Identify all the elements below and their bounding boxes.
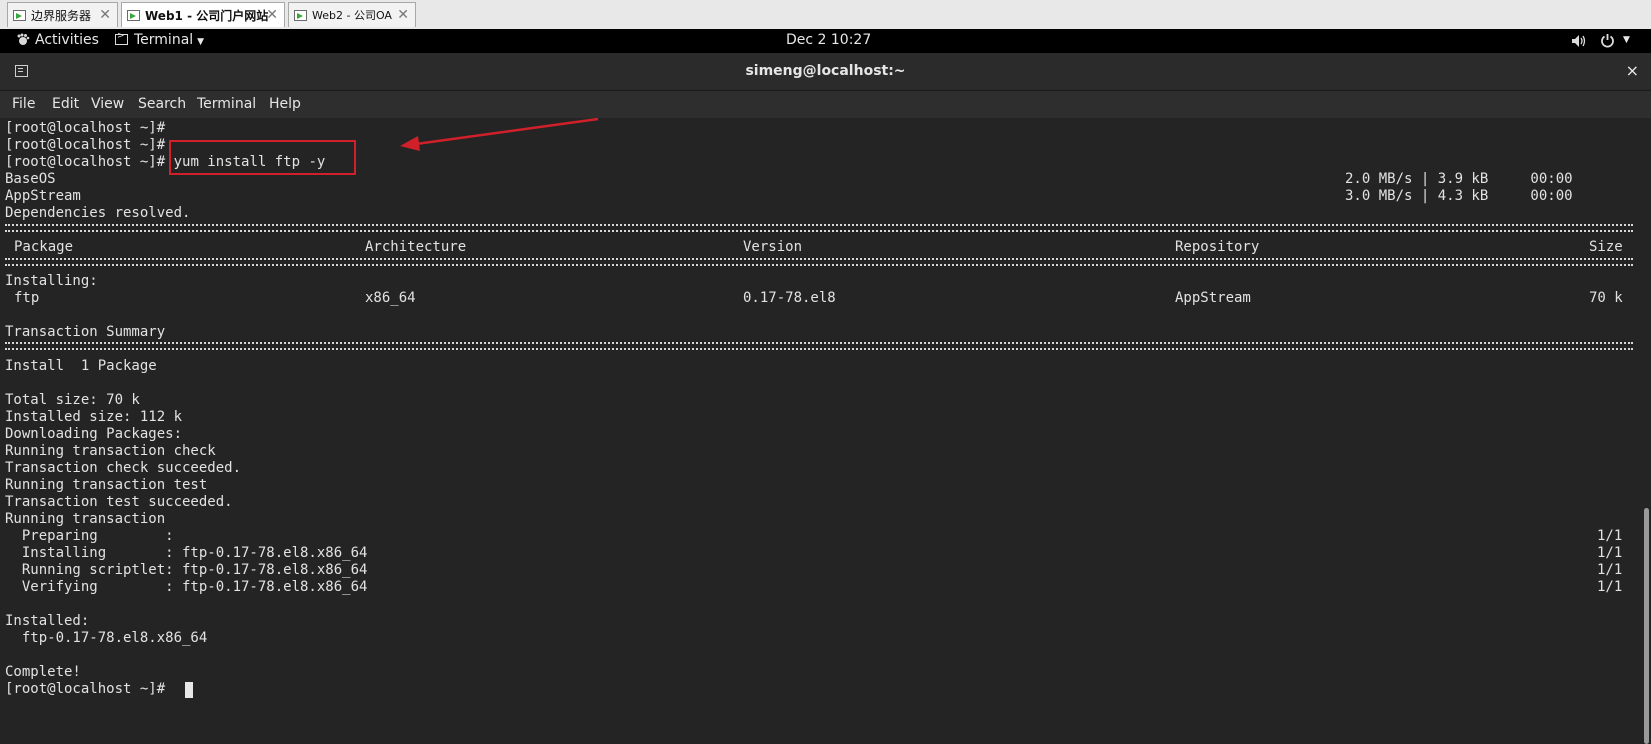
log-line: Running transaction bbox=[5, 511, 166, 527]
window-title: simeng@localhost:~ bbox=[745, 63, 906, 79]
close-icon[interactable]: ✕ bbox=[99, 7, 111, 23]
header-repo: Repository bbox=[1175, 239, 1260, 255]
volume-icon[interactable] bbox=[1571, 34, 1586, 48]
repo-name: BaseOS bbox=[5, 171, 56, 187]
menu-view[interactable]: View bbox=[91, 96, 124, 112]
vm-tab-web1[interactable]: Web1 - 公司门户网站 ✕ bbox=[121, 2, 285, 27]
gnome-foot-icon bbox=[17, 33, 30, 45]
step-line: Preparing : bbox=[5, 528, 174, 544]
row-arch: x86_64 bbox=[365, 290, 416, 306]
header-package: Package bbox=[14, 239, 74, 255]
log-line: Downloading Packages: bbox=[5, 426, 183, 442]
repo-name: AppStream bbox=[5, 188, 81, 204]
step-count: 1/1 bbox=[1597, 562, 1623, 578]
separator bbox=[5, 342, 1633, 350]
step-count: 1/1 bbox=[1597, 528, 1623, 544]
gnome-top-bar: Activities Terminal▼ Dec 2 10:27 ▼ bbox=[0, 29, 1651, 53]
deps-line: Dependencies resolved. bbox=[5, 205, 191, 221]
menu-edit[interactable]: Edit bbox=[52, 96, 79, 112]
separator bbox=[5, 224, 1633, 232]
installed-size: Installed size: 112 k bbox=[5, 409, 183, 425]
close-icon[interactable]: × bbox=[1626, 61, 1639, 80]
chevron-down-icon: ▼ bbox=[197, 37, 205, 47]
step-count: 1/1 bbox=[1597, 579, 1623, 595]
log-line: Running transaction check bbox=[5, 443, 216, 459]
total-size: Total size: 70 k bbox=[5, 392, 140, 408]
step-line: Verifying : ftp-0.17-78.el8.x86_64 bbox=[5, 579, 368, 595]
vm-tab-label: Web2 - 公司OA bbox=[312, 9, 392, 22]
terminal-menubar: File Edit View Search Terminal Help bbox=[0, 91, 1651, 118]
row-size: 70 k bbox=[1589, 290, 1623, 306]
prompt-line: [root@localhost ~]# bbox=[5, 120, 166, 136]
menu-search[interactable]: Search bbox=[138, 96, 186, 112]
app-menu-label: Terminal bbox=[134, 32, 194, 48]
text-cursor bbox=[185, 682, 193, 698]
scrollbar[interactable] bbox=[1644, 508, 1649, 744]
complete-line: Complete! bbox=[5, 664, 81, 680]
activities-button[interactable]: Activities bbox=[35, 32, 99, 48]
power-icon[interactable] bbox=[1600, 33, 1615, 48]
header-size: Size bbox=[1589, 239, 1623, 255]
header-arch: Architecture bbox=[365, 239, 467, 255]
install-count: Install 1 Package bbox=[5, 358, 157, 374]
log-line: Transaction test succeeded. bbox=[5, 494, 233, 510]
prompt: [root@localhost ~]# bbox=[5, 154, 166, 170]
vm-icon bbox=[294, 9, 307, 21]
vm-tab-strip: 边界服务器 ✕ Web1 - 公司门户网站 ✕ Web2 - 公司OA ✕ bbox=[0, 0, 1651, 30]
vm-tab-border-server[interactable]: 边界服务器 ✕ bbox=[7, 2, 118, 27]
installed-label: Installed: bbox=[5, 613, 90, 629]
row-package: ftp bbox=[14, 290, 40, 306]
vm-tab-label: Web1 - 公司门户网站 bbox=[145, 8, 269, 23]
separator bbox=[5, 258, 1633, 266]
final-prompt: [root@localhost ~]# bbox=[5, 681, 166, 697]
log-line: Transaction check succeeded. bbox=[5, 460, 242, 476]
annotation-highlight-box bbox=[169, 140, 356, 175]
vm-tab-web2[interactable]: Web2 - 公司OA ✕ bbox=[288, 2, 416, 27]
step-count: 1/1 bbox=[1597, 545, 1623, 561]
header-version: Version bbox=[743, 239, 803, 255]
log-line: Running transaction test bbox=[5, 477, 208, 493]
step-line: Installing : ftp-0.17-78.el8.x86_64 bbox=[5, 545, 368, 561]
vm-icon bbox=[127, 9, 140, 21]
installed-package: ftp-0.17-78.el8.x86_64 bbox=[5, 630, 208, 646]
row-version: 0.17-78.el8 bbox=[743, 290, 836, 306]
app-menu-button[interactable]: Terminal▼ bbox=[115, 31, 205, 48]
repo-stats: 3.0 MB/s | 4.3 kB 00:00 bbox=[1345, 188, 1573, 204]
repo-stats: 2.0 MB/s | 3.9 kB 00:00 bbox=[1345, 171, 1573, 187]
chevron-down-icon[interactable]: ▼ bbox=[1623, 35, 1630, 45]
terminal-output[interactable]: [root@localhost ~]# [root@localhost ~]# … bbox=[0, 118, 1651, 744]
terminal-titlebar: simeng@localhost:~ × bbox=[0, 53, 1651, 91]
close-icon[interactable]: ✕ bbox=[397, 7, 409, 23]
menu-terminal[interactable]: Terminal bbox=[197, 96, 256, 112]
step-line: Running scriptlet: ftp-0.17-78.el8.x86_6… bbox=[5, 562, 368, 578]
summary-title: Transaction Summary bbox=[5, 324, 166, 340]
vm-icon bbox=[13, 9, 26, 21]
annotation-arrow bbox=[400, 118, 599, 151]
close-icon[interactable]: ✕ bbox=[266, 7, 278, 23]
installing-label: Installing: bbox=[5, 273, 98, 289]
menu-help[interactable]: Help bbox=[269, 96, 301, 112]
terminal-icon bbox=[115, 31, 128, 45]
prompt-line: [root@localhost ~]# bbox=[5, 137, 166, 153]
vm-tab-label: 边界服务器 bbox=[31, 8, 92, 23]
clock[interactable]: Dec 2 10:27 bbox=[786, 32, 871, 48]
row-repo: AppStream bbox=[1175, 290, 1251, 306]
menu-file[interactable]: File bbox=[12, 96, 35, 112]
